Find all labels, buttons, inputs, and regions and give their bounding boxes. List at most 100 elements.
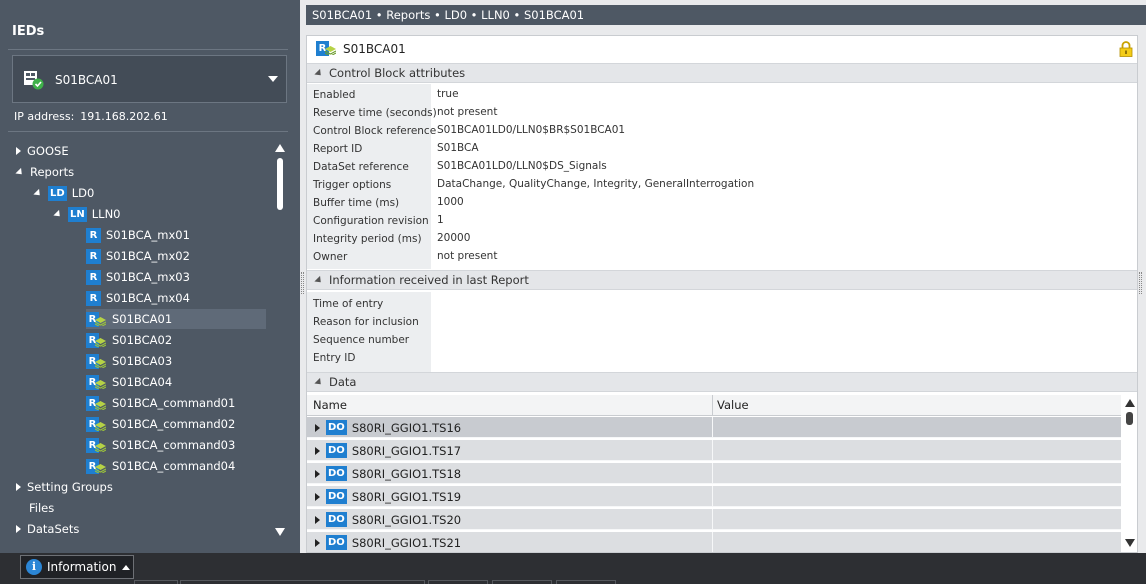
attribute-value[interactable]: not present xyxy=(437,103,754,121)
scroll-thumb[interactable] xyxy=(1126,412,1133,425)
attribute-label: DataSet reference xyxy=(313,161,409,173)
attribute-label: Enabled xyxy=(313,89,356,101)
table-row[interactable]: DO S80RI_GGIO1.TS17 xyxy=(307,440,1121,461)
tree-item-ld0[interactable]: LD LD0 xyxy=(33,183,94,203)
scroll-down-icon[interactable] xyxy=(1125,539,1135,547)
tree-label: Setting Groups xyxy=(27,480,113,494)
tree-item-report[interactable]: R S01BCA01 xyxy=(86,309,266,329)
status-tab[interactable] xyxy=(492,580,552,584)
tree-item-report[interactable]: R S01BCA_mx04 xyxy=(86,288,190,308)
expand-icon[interactable] xyxy=(315,492,320,501)
section-last-report[interactable]: Information received in last Report xyxy=(307,270,1137,290)
status-tab[interactable] xyxy=(556,580,616,584)
report-stack-icon: R xyxy=(316,41,337,56)
breadcrumb: S01BCA01 • Reports • LD0 • LLN0 • S01BCA… xyxy=(306,5,1146,25)
section-data[interactable]: Data xyxy=(307,372,1137,392)
tree-label: S01BCA_command02 xyxy=(112,417,236,431)
chevron-up-icon xyxy=(122,564,131,570)
collapse-icon[interactable] xyxy=(53,209,63,219)
section-control-block[interactable]: Control Block attributes xyxy=(307,63,1137,83)
ied-dropdown[interactable]: S01BCA01 xyxy=(12,55,287,103)
tree-item-goose[interactable]: GOOSE xyxy=(16,141,69,161)
attribute-value[interactable]: not present xyxy=(437,247,754,265)
tree-label: S01BCA_mx04 xyxy=(106,291,190,305)
expand-icon[interactable] xyxy=(315,423,320,432)
table-row[interactable]: DO S80RI_GGIO1.TS19 xyxy=(307,486,1121,507)
ip-value: 191.168.202.61 xyxy=(80,110,168,123)
value-cell xyxy=(712,532,1121,552)
tree-item-report[interactable]: R S01BCA_command04 xyxy=(86,456,235,476)
attribute-value[interactable]: S01BCA01LD0/LLN0$DS_Signals xyxy=(437,157,754,175)
collapse-icon[interactable] xyxy=(314,377,324,387)
expand-icon[interactable] xyxy=(16,525,21,533)
report-stack-icon: R xyxy=(86,458,107,474)
attribute-label: Integrity period (ms) xyxy=(313,233,422,245)
attribute-value[interactable]: DataChange, QualityChange, Integrity, Ge… xyxy=(437,175,754,193)
attribute-value[interactable]: 1000 xyxy=(437,193,754,211)
column-header-name[interactable]: Name xyxy=(313,398,347,412)
column-header-value[interactable]: Value xyxy=(717,398,749,412)
tree-item-report[interactable]: R S01BCA_mx03 xyxy=(86,267,190,287)
table-row[interactable]: DO S80RI_GGIO1.TS20 xyxy=(307,509,1121,530)
table-row[interactable]: DO S80RI_GGIO1.TS16 xyxy=(307,417,1121,438)
column-divider[interactable] xyxy=(712,395,713,416)
attribute-value[interactable]: 1 xyxy=(437,211,754,229)
tree-item-reports[interactable]: Reports xyxy=(15,162,74,182)
tree-item-report[interactable]: R S01BCA03 xyxy=(86,351,172,371)
attribute-value[interactable]: S01BCA xyxy=(437,139,754,157)
tree-item-report[interactable]: R S01BCA_mx01 xyxy=(86,225,190,245)
scroll-up-icon[interactable] xyxy=(275,144,285,152)
tree-label: S01BCA01 xyxy=(112,312,173,326)
attribute-value[interactable]: 20000 xyxy=(437,229,754,247)
divider xyxy=(8,131,288,132)
tree-item-datasets[interactable]: DataSets xyxy=(16,519,79,539)
splitter-grip-icon[interactable] xyxy=(1139,272,1142,294)
report-stack-icon: R xyxy=(86,311,107,327)
information-label: Information xyxy=(47,560,117,574)
expand-icon[interactable] xyxy=(315,469,320,478)
status-tab[interactable] xyxy=(428,580,488,584)
ip-address-row: IP address: 191.168.202.61 xyxy=(14,110,168,123)
expand-icon[interactable] xyxy=(315,446,320,455)
attribute-value[interactable]: true xyxy=(437,85,754,103)
expand-icon[interactable] xyxy=(16,147,21,155)
tree-item-report[interactable]: R S01BCA_command01 xyxy=(86,393,235,413)
ip-label: IP address: xyxy=(14,110,75,123)
scroll-down-icon[interactable] xyxy=(275,528,285,536)
data-grid-scrollbar[interactable] xyxy=(1122,395,1137,552)
tree-item-setting-groups[interactable]: Setting Groups xyxy=(16,477,113,497)
tree-item-report[interactable]: R S01BCA04 xyxy=(86,372,172,392)
collapse-icon[interactable] xyxy=(314,275,324,285)
chevron-down-icon[interactable] xyxy=(268,76,278,82)
table-row[interactable]: DO S80RI_GGIO1.TS21 xyxy=(307,532,1121,552)
tree-item-files[interactable]: Files xyxy=(29,498,54,518)
tree-item-report[interactable]: R S01BCA_mx02 xyxy=(86,246,190,266)
tree-scrollbar[interactable] xyxy=(274,140,286,540)
information-button[interactable]: i Information xyxy=(20,555,134,579)
status-tab[interactable] xyxy=(134,580,178,584)
status-tab[interactable] xyxy=(180,580,425,584)
tree-label: S01BCA02 xyxy=(112,333,173,347)
collapse-icon[interactable] xyxy=(15,167,25,177)
tree-item-report[interactable]: R S01BCA_command02 xyxy=(86,414,235,434)
tree-item-report[interactable]: R S01BCA_command03 xyxy=(86,435,235,455)
scroll-thumb[interactable] xyxy=(277,158,283,210)
device-ok-icon xyxy=(24,71,44,90)
table-row[interactable]: DO S80RI_GGIO1.TS18 xyxy=(307,463,1121,484)
attribute-value[interactable]: S01BCA01LD0/LLN0$BR$S01BCA01 xyxy=(437,121,754,139)
tree-label: S01BCA_command03 xyxy=(112,438,236,452)
tree-item-report[interactable]: R S01BCA02 xyxy=(86,330,172,350)
report-icon: R xyxy=(86,269,101,285)
collapse-icon[interactable] xyxy=(314,68,324,78)
collapse-icon[interactable] xyxy=(33,188,43,198)
expand-icon[interactable] xyxy=(315,515,320,524)
expand-icon[interactable] xyxy=(16,483,21,491)
tree-item-lln0[interactable]: LN LLN0 xyxy=(53,204,121,224)
name-cell: DO S80RI_GGIO1.TS18 xyxy=(315,466,461,481)
expand-icon[interactable] xyxy=(315,538,320,547)
splitter-grip-icon[interactable] xyxy=(301,272,304,294)
attribute-labels: Time of entry Reason for inclusion Sequenc… xyxy=(307,292,431,372)
tree-label: LLN0 xyxy=(91,207,121,221)
scroll-up-icon[interactable] xyxy=(1125,399,1135,407)
attribute-label: Trigger options xyxy=(313,179,392,191)
